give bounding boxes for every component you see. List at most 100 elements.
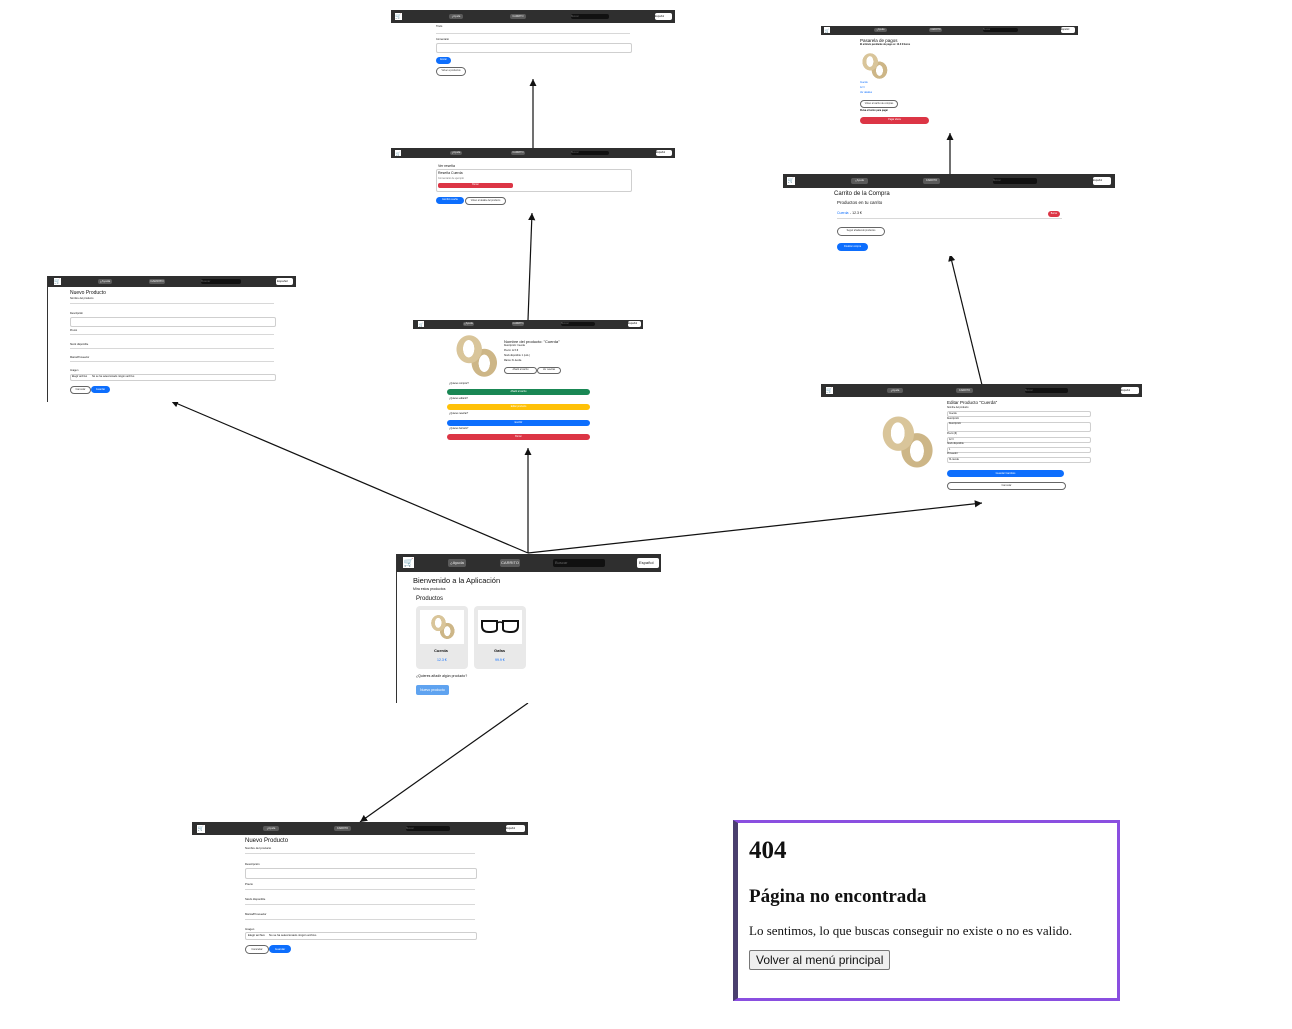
back-home-button[interactable]: Volver al menú principal (749, 950, 891, 970)
review-button[interactable]: Escribir (447, 420, 590, 426)
save-changes-button[interactable]: Guardar Cambios (947, 470, 1064, 477)
price-input[interactable] (70, 334, 274, 335)
edit-title: Editar Producto "Cuerda" (947, 400, 998, 405)
stock-input[interactable] (245, 904, 475, 905)
cart-logo-icon[interactable]: 🛒 (197, 825, 205, 833)
detail-link[interactable]: Ver detalles (860, 92, 872, 94)
cancel-button[interactable]: Cancelar (947, 482, 1066, 490)
language-select[interactable]: Español (1121, 387, 1139, 394)
cart-logo-icon[interactable]: 🛒 (418, 321, 424, 327)
cart-button[interactable]: CARRITO (500, 559, 520, 567)
language-select[interactable]: Español (506, 825, 525, 832)
save-button[interactable]: Guardar (269, 945, 291, 953)
save-button[interactable]: Guardar (91, 386, 110, 393)
cart-logo-icon[interactable]: 🛒 (403, 557, 414, 568)
language-select[interactable]: Español (628, 321, 641, 327)
cart-button[interactable]: CARRITO (334, 826, 351, 831)
checkout-button[interactable]: Finalizar compra (837, 243, 868, 251)
description-input[interactable] (245, 868, 477, 879)
cancel-button[interactable]: Cancelar (70, 386, 91, 394)
help-button[interactable]: ¿Ayuda (874, 28, 887, 32)
search-input[interactable]: Buscar (571, 151, 609, 155)
cart-logo-icon[interactable]: 🛒 (54, 278, 61, 285)
brand-input[interactable] (245, 919, 475, 920)
search-input[interactable]: Buscar (571, 14, 609, 19)
new-product-button[interactable]: Nuevo producto (416, 685, 449, 695)
file-button[interactable]: Elegir archivo (72, 375, 87, 378)
search-input[interactable]: Buscar (553, 559, 605, 567)
comment-input[interactable] (436, 43, 632, 53)
cart-logo-icon[interactable]: 🛒 (824, 27, 830, 33)
help-button[interactable]: ¿Ayuda (98, 279, 112, 284)
name-input[interactable]: Cuerda (947, 411, 1091, 417)
name-input[interactable] (245, 853, 475, 854)
search-input[interactable]: Buscar (983, 28, 1018, 32)
keep-shopping-button[interactable]: Seguir añadiendo productos (837, 227, 885, 236)
help-button[interactable]: ¿Ayuda (449, 14, 463, 19)
cart-button[interactable]: CARRITO (956, 388, 973, 393)
field-label: Nombre del producto (245, 846, 272, 850)
remove-item-button[interactable]: Borrar (1048, 211, 1060, 217)
language-select[interactable]: Español (276, 278, 293, 285)
description-input[interactable]: Descripción (947, 422, 1091, 432)
title-input[interactable] (436, 33, 630, 34)
cancel-button[interactable]: Cancelar (245, 945, 269, 954)
view-reviews-button[interactable]: Ver reseñas (537, 367, 561, 374)
provider-input[interactable]: XL tienda (947, 457, 1091, 463)
language-select[interactable]: Español (655, 13, 672, 20)
review-text: Comentario de ejemplo (438, 177, 464, 180)
search-input[interactable]: Buscar (561, 322, 595, 326)
search-input[interactable]: Buscar (1025, 388, 1068, 393)
cart-button[interactable]: CARRITO (511, 151, 525, 155)
help-button[interactable]: ¿Ayuda (450, 151, 462, 155)
help-button[interactable]: ¿Ayuda (448, 559, 466, 567)
cart-item-name[interactable]: Cuerda (837, 211, 848, 215)
submit-review-button[interactable]: Enviar (436, 57, 451, 64)
stock-input[interactable]: 1 (947, 447, 1091, 453)
help-button[interactable]: ¿Ayuda (263, 826, 279, 831)
cart-logo-icon[interactable]: 🛒 (395, 150, 401, 156)
back-to-products-button[interactable]: Volver a productos (436, 67, 466, 76)
product-image (451, 330, 503, 382)
cart-button[interactable]: CARRITO (512, 322, 524, 326)
search-input[interactable]: Buscar (201, 279, 241, 284)
buy-button[interactable]: Añadir al carrito (447, 389, 590, 395)
cart-button[interactable]: CARRITO (510, 14, 526, 19)
language-select[interactable]: Español (637, 558, 659, 568)
delete-review-button[interactable]: Borrar (438, 183, 513, 188)
error-title: Página no encontrada (749, 886, 927, 907)
pay-button[interactable]: Pagar ahora (860, 117, 929, 124)
field-label: Imagen (70, 369, 79, 372)
edit-button[interactable]: Editar producto (447, 404, 590, 410)
product-card[interactable]: Gafas 99.9 € (474, 606, 526, 669)
cart-button[interactable]: CARRITO (923, 178, 940, 184)
price-input[interactable] (245, 889, 475, 890)
cart-button[interactable]: CARRITO (149, 279, 165, 284)
arrow-home-to-edit (527, 500, 983, 554)
language-select[interactable]: Español (1093, 177, 1111, 185)
price-input[interactable]: 12.3 (947, 437, 1091, 443)
stock-input[interactable] (70, 348, 274, 349)
write-review-button[interactable]: Escribir reseña (436, 197, 464, 204)
product-name: Cuerda (434, 648, 448, 653)
cart-logo-icon[interactable]: 🛒 (787, 177, 795, 185)
help-button[interactable]: ¿Ayuda (887, 388, 903, 393)
brand-input[interactable] (70, 361, 274, 362)
name-input[interactable] (70, 303, 274, 304)
back-to-cart-button[interactable]: Volver al carrito de compras (860, 100, 898, 108)
help-button[interactable]: ¿Ayuda (463, 322, 474, 326)
language-select[interactable]: Español (656, 150, 672, 156)
search-input[interactable]: Buscar (993, 178, 1037, 184)
back-to-detail-button[interactable]: Volver al detalle del producto (465, 197, 506, 205)
search-input[interactable]: Buscar (406, 826, 450, 831)
description-input[interactable] (70, 317, 276, 327)
cart-button[interactable]: CARRITO (929, 28, 942, 32)
help-button[interactable]: ¿Ayuda (851, 178, 868, 184)
cart-logo-icon[interactable]: 🛒 (395, 13, 402, 20)
product-card[interactable]: Cuerda 12.3 € (416, 606, 468, 669)
delete-button[interactable]: Borrar (447, 434, 590, 440)
add-to-cart-button[interactable]: Añadir al carrito (504, 367, 537, 374)
file-button[interactable]: Elegir archivo (248, 933, 265, 937)
language-select[interactable]: Español (1061, 27, 1075, 33)
cart-logo-icon[interactable]: 🛒 (826, 387, 833, 394)
